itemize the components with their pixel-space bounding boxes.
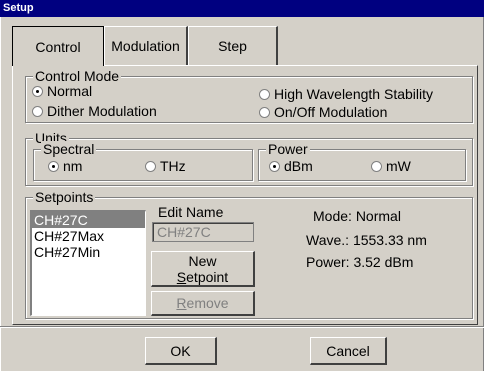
cancel-button[interactable]: Cancel [310,337,387,365]
radio-thz-label: THz [160,158,186,174]
control-mode-label: Control Mode [33,68,122,84]
new-setpoint-line2: Setpoint [177,269,228,285]
remove-accel: R [176,295,187,311]
power-readout-label: Power: [306,254,350,270]
tab-control[interactable]: Control [12,26,104,66]
radio-dbm-indicator [269,160,280,172]
cancel-label: Cancel [326,342,370,359]
radio-nm[interactable]: nm [48,158,82,174]
radio-normal-label: Normal [47,83,93,99]
edit-name-input[interactable]: CH#27C [152,222,254,242]
tab-modulation-label: Modulation [111,38,180,54]
tab-step[interactable]: Step [188,26,278,65]
new-setpoint-line2-rest: etpoint [186,268,229,285]
radio-thz[interactable]: THz [145,158,186,174]
title-bar: Setup [0,0,484,17]
radio-mw-indicator [371,160,382,172]
new-setpoint-accel: S [176,268,187,285]
radio-dither-modulation[interactable]: Dither Modulation [32,103,157,119]
edit-name-label: Edit Name [158,204,224,220]
wave-label: Wave.: [306,232,350,248]
radio-dbm-label: dBm [284,158,313,174]
power-group: Power dBm mW [258,141,466,181]
tab-modulation[interactable]: Modulation [104,26,188,65]
power-readout: Power: 3.52 dBm [306,254,413,270]
setpoints-group: Setpoints CH#27C CH#27Max CH#27Min Edit … [25,189,473,319]
list-item[interactable]: CH#27Min [32,244,145,260]
mode-value: Normal [355,208,401,224]
new-setpoint-button[interactable]: New Setpoint [151,251,255,287]
setpoints-label: Setpoints [33,189,96,205]
edit-name-value: CH#27C [157,224,211,240]
tab-step-label: Step [218,38,247,54]
tab-control-label: Control [35,38,81,55]
new-setpoint-line1: New [188,252,217,269]
power-readout-value: 3.52 dBm [353,254,414,270]
radio-onoff-modulation[interactable]: On/Off Modulation [259,104,387,120]
spectral-label: Spectral [41,141,97,157]
remove-button[interactable]: Remove [151,291,255,316]
window-title: Setup [3,2,34,14]
radio-mw[interactable]: mW [371,158,411,174]
setpoints-list[interactable]: CH#27C CH#27Max CH#27Min [30,210,146,316]
radio-normal-indicator [32,85,43,97]
power-label: Power [266,141,310,157]
radio-dither-label: Dither Modulation [47,103,157,119]
ok-label: OK [170,342,191,359]
mode-readout: Mode: Normal [313,208,401,224]
wave-value: 1553.33 nm [352,232,427,248]
mode-label: Mode: [313,208,352,224]
radio-dither-indicator [32,105,43,117]
radio-thz-indicator [145,160,156,172]
radio-dbm[interactable]: dBm [269,158,313,174]
edit-name-group: Edit Name CH#27C [152,204,254,242]
radio-normal[interactable]: Normal [32,83,92,99]
spectral-group: Spectral nm THz [33,141,253,181]
radio-nm-indicator [48,160,59,172]
list-item[interactable]: CH#27Max [32,228,145,244]
radio-onoff-label: On/Off Modulation [274,104,388,120]
footer-separator [0,326,484,328]
radio-mw-label: mW [386,158,411,174]
radio-nm-label: nm [63,158,83,174]
radio-hws-indicator [259,88,270,100]
remove-label-rest: emove [186,295,229,311]
ok-button[interactable]: OK [145,337,217,365]
list-item[interactable]: CH#27C [32,212,145,228]
radio-high-wavelength-stability[interactable]: High Wavelength Stability [259,86,433,102]
wave-readout: Wave.: 1553.33 nm [306,232,427,248]
radio-hws-label: High Wavelength Stability [274,86,434,102]
control-mode-group: Control Mode Normal Dither Modulation Hi… [25,68,473,123]
units-group: Units Spectral nm THz Power dBm mW [25,130,473,186]
radio-onoff-indicator [259,106,270,118]
